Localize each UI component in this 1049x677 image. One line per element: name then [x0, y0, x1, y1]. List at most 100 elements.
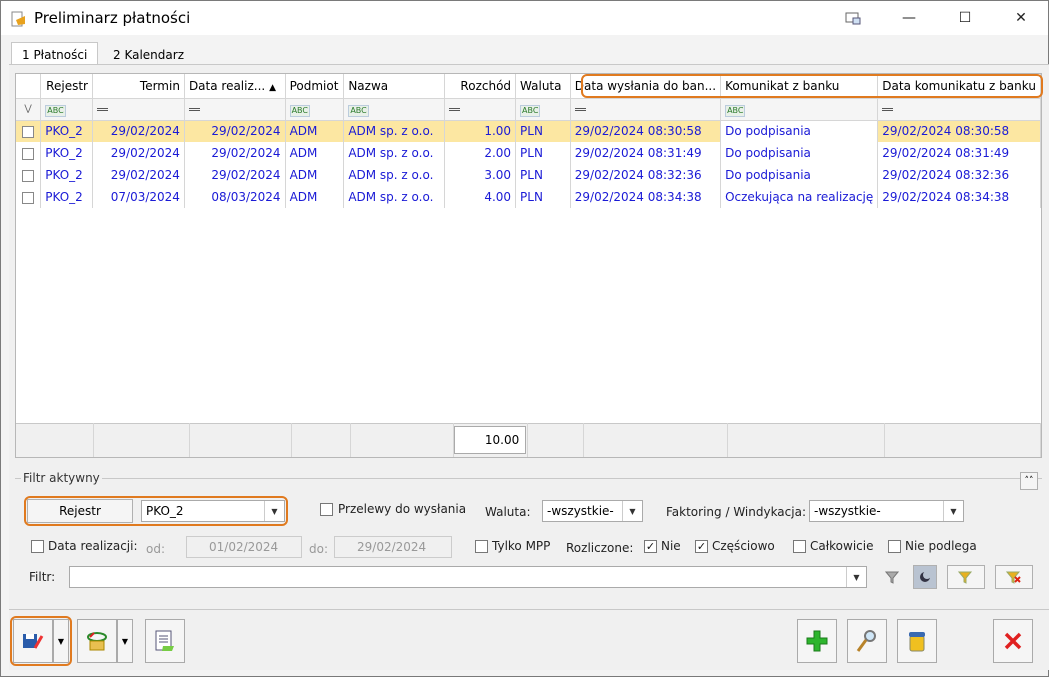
header-podmiot[interactable]: Podmiot [285, 74, 345, 99]
nie-podlega-label: Nie podlega [905, 539, 977, 553]
saved-filter-icon[interactable] [913, 565, 937, 589]
filter-data-komunikatu[interactable] [877, 98, 1041, 121]
header-select[interactable] [16, 74, 42, 99]
cell-termin: 07/03/2024 [92, 186, 185, 208]
filter-edit-icon[interactable] [947, 565, 985, 589]
tylko-mpp-checkbox[interactable] [475, 540, 488, 553]
filtr-label: Filtr: [29, 570, 56, 584]
header-data-realizacji[interactable]: Data realiz... ▲ [184, 74, 286, 99]
cell-rejestr: PKO_2 [40, 164, 93, 186]
export-button[interactable] [13, 619, 53, 663]
bottom-toolbar: ▼ ▼ [9, 609, 1049, 671]
nie-podlega-checkbox[interactable] [888, 540, 901, 553]
rejestr-combo[interactable]: PKO_2 ▼ [141, 500, 285, 522]
cell-waluta: PLN [515, 142, 571, 164]
report-button[interactable] [145, 619, 185, 663]
filter-rejestr[interactable]: ABC [40, 98, 93, 121]
filter-data-realizacji[interactable] [184, 98, 286, 121]
header-rozchod[interactable]: Rozchód [444, 74, 517, 99]
cell-termin: 29/02/2024 [92, 142, 185, 164]
cell-termin: 29/02/2024 [92, 164, 185, 186]
filter-termin[interactable] [92, 98, 185, 121]
maximize-button[interactable]: ☐ [942, 1, 988, 35]
faktoring-combo[interactable]: -wszystkie- ▼ [809, 500, 964, 522]
czesciowo-checkbox[interactable]: ✓ [695, 540, 708, 553]
cell-data-realizacji: 08/03/2024 [184, 186, 286, 208]
czesciowo-label: Częściowo [712, 539, 775, 553]
row-checkbox[interactable] [16, 186, 42, 208]
cell-termin: 29/02/2024 [92, 120, 185, 142]
minimize-button[interactable]: — [886, 1, 932, 35]
od-date-input[interactable]: 01/02/2024 [186, 536, 302, 558]
chevron-down-icon: ▼ [943, 501, 963, 521]
cell-rejestr: PKO_2 [40, 120, 93, 142]
filter-podmiot[interactable]: ABC [285, 98, 345, 121]
cell-data-wyslania: 29/02/2024 08:31:49 [570, 142, 722, 164]
header-termin[interactable]: Termin [92, 74, 185, 99]
cell-data-komunikatu: 29/02/2024 08:31:49 [877, 142, 1041, 164]
cell-waluta: PLN [515, 164, 571, 186]
export-dropdown[interactable]: ▼ [53, 619, 69, 663]
filtr-input[interactable]: ▼ [69, 566, 867, 588]
filter-row-icon: ⋁ [16, 98, 42, 121]
waluta-combo[interactable]: -wszystkie- ▼ [542, 500, 643, 522]
filter-komunikat[interactable]: ABC [720, 98, 879, 121]
sort-up-icon: ▲ [269, 82, 276, 93]
table-row[interactable]: PKO_2 29/02/2024 29/02/2024 ADM ADM sp. … [16, 142, 1041, 164]
waluta-label: Waluta: [485, 505, 531, 519]
nie-checkbox[interactable]: ✓ [644, 540, 657, 553]
settle-dropdown[interactable]: ▼ [117, 619, 133, 663]
collapse-filter-button[interactable]: ˄˄ [1020, 472, 1038, 490]
filter-nazwa[interactable]: ABC [343, 98, 446, 121]
cell-nazwa: ADM sp. z o.o. [343, 186, 446, 208]
do-date-input[interactable]: 29/02/2024 [334, 536, 452, 558]
add-button[interactable] [797, 619, 837, 663]
screenshot-icon[interactable] [830, 1, 876, 35]
row-checkbox[interactable] [16, 164, 42, 186]
filter-funnel-icon[interactable] [877, 565, 907, 589]
cell-podmiot: ADM [285, 186, 345, 208]
cell-rozchod: 2.00 [444, 142, 517, 164]
cell-rejestr: PKO_2 [40, 186, 93, 208]
filter-panel: Filtr aktywny ˄˄ Rejestr PKO_2 ▼ Przelewy… [15, 471, 1042, 596]
close-button[interactable]: ✕ [998, 1, 1044, 35]
header-data-realizacji-label: Data realiz... [188, 78, 266, 93]
cell-data-komunikatu: 29/02/2024 08:30:58 [877, 120, 1041, 142]
header-data-komunikatu[interactable]: Data komunikatu z banku [877, 74, 1041, 99]
equals-filter-icon [449, 108, 461, 111]
table-row[interactable]: PKO_2 29/02/2024 29/02/2024 ADM ADM sp. … [16, 120, 1041, 142]
header-data-wyslania[interactable]: Data wysłania do ban... [570, 74, 722, 99]
sum-rozchod: 10.00 [454, 426, 527, 455]
data-realizacji-checkbox[interactable] [31, 540, 44, 553]
cell-podmiot: ADM [285, 164, 345, 186]
header-nazwa[interactable]: Nazwa [343, 74, 446, 99]
header-waluta[interactable]: Waluta [515, 74, 571, 99]
row-checkbox[interactable] [16, 120, 42, 142]
przelewy-checkbox[interactable] [320, 503, 333, 516]
title-bar: Preliminarz płatności — ☐ ✕ [1, 1, 1048, 35]
cell-data-wyslania: 29/02/2024 08:34:38 [570, 186, 722, 208]
preview-button[interactable] [847, 619, 887, 663]
table-row[interactable]: PKO_2 07/03/2024 08/03/2024 ADM ADM sp. … [16, 186, 1041, 208]
header-komunikat[interactable]: Komunikat z banku [720, 74, 879, 99]
filter-rozchod[interactable] [444, 98, 517, 121]
settle-button[interactable] [77, 619, 117, 663]
calkowicie-label: Całkowicie [810, 539, 874, 553]
cell-data-komunikatu: 29/02/2024 08:32:36 [877, 164, 1041, 186]
summary-row: 10.00 [16, 423, 1041, 457]
tab-bar: 1 Płatności 2 Kalendarz [1, 35, 1048, 67]
rozliczone-label: Rozliczone: [566, 541, 634, 555]
chevron-down-icon: ▼ [121, 636, 129, 646]
filter-data-wyslania[interactable] [570, 98, 722, 121]
filter-clear-icon[interactable] [995, 565, 1033, 589]
cancel-button[interactable] [993, 619, 1033, 663]
row-checkbox[interactable] [16, 142, 42, 164]
calkowicie-checkbox[interactable] [793, 540, 806, 553]
cell-data-realizacji: 29/02/2024 [184, 142, 286, 164]
cell-rozchod: 1.00 [444, 120, 517, 142]
header-rejestr[interactable]: Rejestr [40, 74, 93, 99]
rejestr-button[interactable]: Rejestr [27, 499, 133, 523]
filter-waluta[interactable]: ABC [515, 98, 571, 121]
delete-button[interactable] [897, 619, 937, 663]
table-row[interactable]: PKO_2 29/02/2024 29/02/2024 ADM ADM sp. … [16, 164, 1041, 186]
